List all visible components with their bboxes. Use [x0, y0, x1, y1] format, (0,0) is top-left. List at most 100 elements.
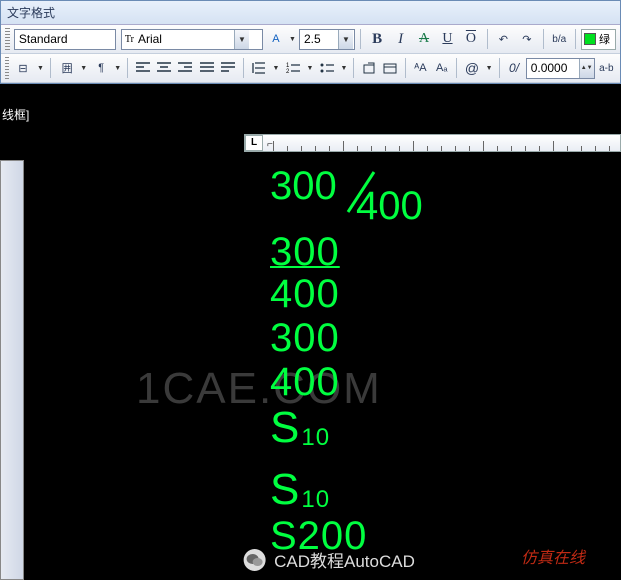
ruler-tick [329, 146, 330, 151]
tracking-combo[interactable]: ▲▼ [526, 58, 595, 79]
ruler-tick [455, 146, 456, 151]
ruler-tick [539, 146, 540, 151]
superscript-button[interactable]: ᴬA [411, 57, 430, 79]
separator [405, 58, 406, 78]
grip-icon [5, 57, 9, 79]
ruler-tick [497, 146, 498, 151]
ruler-tick [385, 146, 386, 151]
tracking-input[interactable] [527, 61, 579, 75]
ruler-tick [567, 146, 568, 151]
chevron-down-icon[interactable]: ▼ [338, 30, 353, 49]
ruler-tick [595, 146, 596, 151]
bullets-button[interactable]: ▼ [316, 57, 348, 79]
align-distribute-button[interactable] [218, 57, 237, 79]
horizontal-fraction: 300 400 [270, 232, 420, 314]
spinner-icon[interactable]: ▲▼ [579, 59, 594, 78]
align-left-button[interactable] [133, 57, 152, 79]
svg-text:2: 2 [286, 69, 290, 74]
ruler-tick [609, 146, 610, 151]
ruler-tick [287, 146, 288, 151]
chevron-down-icon[interactable]: ▼ [234, 30, 249, 49]
columns-button[interactable]: 囲 ▼ [56, 57, 88, 79]
left-pane: 线框] [0, 94, 36, 580]
undo-button[interactable]: ↶ [493, 28, 514, 50]
ruler-tick [273, 141, 274, 151]
text-size-combo[interactable]: ▼ [299, 29, 355, 50]
ruler-tick [371, 146, 372, 151]
strikethrough-button[interactable]: A [413, 28, 434, 50]
paragraph-button[interactable]: ¶ ▼ [90, 57, 122, 79]
italic-button[interactable]: I [390, 28, 411, 50]
insert-field-button[interactable] [381, 57, 400, 79]
color-label: 绿 [596, 31, 613, 47]
layer-a-icon: A [272, 33, 279, 45]
ruler-tick [427, 146, 428, 151]
line-spacing-button[interactable]: ▼ [248, 57, 280, 79]
superscript-sample: S10 [270, 406, 420, 450]
subscript-button[interactable]: Aₐ [432, 57, 451, 79]
align-center-button[interactable] [154, 57, 173, 79]
ruler-tick [315, 146, 316, 151]
ruler-tick [511, 146, 512, 151]
indent-marker-icon[interactable]: ⌐ [267, 139, 273, 150]
separator [360, 29, 361, 49]
viewport-label: 线框] [2, 106, 29, 123]
numbering-button[interactable]: 12 ▼ [282, 57, 314, 79]
panel-title: 文字格式 [1, 1, 620, 25]
separator [487, 29, 488, 49]
diagonal-fraction: 300 400 [270, 164, 420, 222]
columns-icon: 囲 [62, 60, 73, 76]
color-swatch-icon [584, 33, 596, 45]
font-combo[interactable]: Tr ▼ [121, 29, 263, 50]
toolbar-row-2: ⊟ ▼ 囲 ▼ ¶ ▼ ▼ 12 ▼ ▼ [1, 54, 620, 83]
overline-button[interactable]: O [460, 28, 481, 50]
text-color-combo[interactable]: 绿 [581, 29, 616, 50]
ruler-tick [399, 146, 400, 151]
separator [353, 58, 354, 78]
ruler-tick [553, 141, 554, 151]
ruler-tick [469, 146, 470, 151]
wechat-icon [242, 548, 266, 572]
drawing-canvas[interactable]: 1CAE.COM 300 400 300 400 300 400 S10 S10… [36, 94, 621, 580]
separator [243, 58, 244, 78]
stack-fraction-button[interactable]: b/a [549, 28, 570, 50]
subscript-sample: S10 [270, 468, 420, 512]
ruler-tick [483, 141, 484, 151]
ruler-tick [525, 146, 526, 151]
ruler-tick [301, 146, 302, 151]
footer-text: CAD教程AutoCAD [274, 547, 415, 572]
ruler-tick [441, 146, 442, 151]
font-type-icon: Tr [122, 34, 134, 45]
ruler-tick [357, 146, 358, 151]
text-line-4: 400 [270, 362, 420, 402]
width-factor-button[interactable]: a-b [597, 57, 616, 79]
ruler-tab-box[interactable]: L [245, 135, 263, 151]
font-input[interactable] [134, 32, 234, 46]
bold-button[interactable]: B [366, 28, 387, 50]
redo-button[interactable]: ↷ [516, 28, 537, 50]
text-size-input[interactable] [300, 32, 338, 46]
paragraph-icon: ¶ [98, 62, 104, 74]
text-line-3: 300 [270, 318, 420, 358]
symbol-button[interactable]: @ [462, 57, 481, 79]
separator [499, 58, 500, 78]
underline-button[interactable]: U [437, 28, 458, 50]
align-right-button[interactable] [176, 57, 195, 79]
separator [127, 58, 128, 78]
mtext-content[interactable]: 300 400 300 400 300 400 S10 S10 S200 [270, 164, 420, 560]
uppercase-button[interactable] [359, 57, 378, 79]
symbol-dropdown[interactable]: ▼ [484, 57, 494, 79]
oblique-angle-icon: 0/ [504, 57, 523, 79]
ruler-toggle-button[interactable]: ⊟ [13, 57, 32, 79]
align-justify-button[interactable] [197, 57, 216, 79]
ruler-tick [413, 141, 414, 151]
options-menu-button[interactable]: ▼ [35, 57, 46, 79]
annotate-layer-button[interactable]: A ▼ [265, 28, 297, 50]
footer-overlay: CAD教程AutoCAD [242, 547, 415, 572]
separator [543, 29, 544, 49]
mtext-ruler[interactable]: L ⌐ [244, 134, 621, 152]
text-style-combo[interactable]: ▼ [14, 29, 116, 50]
separator [50, 58, 51, 78]
separator [575, 29, 576, 49]
ruler-tick [581, 146, 582, 151]
